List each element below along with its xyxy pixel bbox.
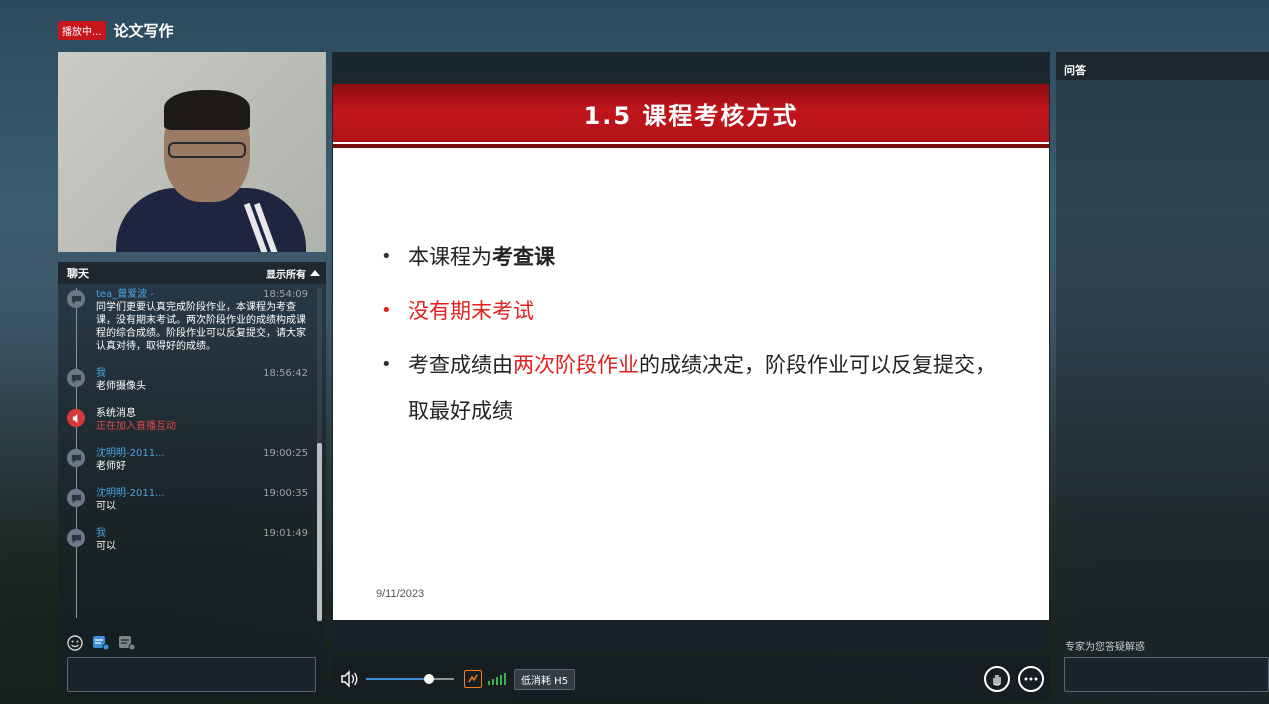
volume-knob[interactable] (424, 674, 435, 684)
chat-time: 18:54:09 (263, 289, 308, 300)
slide-title: 1.5 课程考核方式 (583, 101, 799, 130)
bullet-emphasis: 考查课 (492, 245, 555, 269)
qa-input[interactable] (1064, 657, 1269, 692)
qa-title: 问答 (1056, 52, 1269, 80)
chat-input[interactable] (67, 657, 316, 692)
chat-text: 正在加入直播互动 (96, 421, 176, 432)
bullet-text: 本课程为 (408, 245, 492, 269)
quality-selector[interactable]: 低消耗 H5 (514, 668, 576, 690)
live-status-badge: 播放中... (58, 20, 106, 40)
show-all-toggle[interactable]: 显示所有 (266, 266, 320, 281)
chat-bubble-icon (67, 449, 85, 467)
signal-strength-icon (488, 673, 506, 685)
collapse-up-icon (310, 270, 320, 276)
slide-title-bar: 1.5 课程考核方式 (333, 84, 1049, 142)
slide-bullet: 本课程为考查课 (381, 234, 1001, 280)
chat-header: 聊天 显示所有 (58, 262, 326, 284)
slide-bullet: 没有期末考试 (381, 288, 1001, 334)
player-controls: 低消耗 H5 (332, 657, 1050, 701)
chat-text: 老师好 (96, 461, 126, 472)
question-mode-icon[interactable] (92, 634, 110, 652)
chat-bubble-icon (67, 369, 85, 387)
slide-divider (333, 144, 1049, 148)
teacher-video[interactable] (58, 52, 326, 252)
qa-hint: 专家为您答疑解惑 (1065, 642, 1145, 653)
chat-bubble-icon (67, 489, 85, 507)
chat-sender[interactable]: 沈明明-2011... (96, 487, 165, 500)
bullet-text: 考查成绩由 (408, 353, 513, 377)
chat-scrollbar[interactable] (317, 288, 322, 622)
top-bar: 播放中... 论文写作 (58, 18, 174, 42)
chat-bubble-icon (67, 290, 85, 308)
chat-message: tea_曾爱波 - 18:54:09 同学们更要认真完成阶段作业，本课程为考查课，… (58, 288, 318, 353)
chat-sender[interactable]: 沈明明-2011... (96, 447, 165, 460)
chat-text: 同学们更要认真完成阶段作业，本课程为考查课，没有期末考试。两次阶段作业的成绩构成… (96, 302, 306, 352)
chat-text: 老师摄像头 (96, 381, 146, 392)
chat-time: 19:01:49 (263, 528, 308, 539)
chat-message: 我 19:01:49 可以 (58, 527, 318, 553)
chat-text: 可以 (96, 541, 116, 552)
speaker-icon (67, 409, 85, 427)
chat-time: 19:00:25 (263, 448, 308, 459)
slide-bullet-list: 本课程为考查课 没有期末考试 考查成绩由两次阶段作业的成绩决定，阶段作业可以反复… (381, 234, 1001, 442)
volume-slider[interactable] (366, 672, 454, 686)
video-person-hair (164, 90, 250, 130)
chat-message: 我 18:56:42 老师摄像头 (58, 367, 318, 393)
qa-panel: 问答 (1056, 52, 1269, 702)
chat-message: 沈明明-2011... 19:00:35 可以 (58, 487, 318, 513)
more-options-button[interactable] (1018, 666, 1044, 692)
chat-text: 可以 (96, 501, 116, 512)
chat-message: 沈明明-2011... 19:00:25 老师好 (58, 447, 318, 473)
show-all-label: 显示所有 (266, 269, 306, 281)
slide-date: 9/11/2023 (376, 588, 425, 600)
presentation-slide: 1.5 课程考核方式 本课程为考查课 没有期末考试 考查成绩由两次阶段作业的成绩… (333, 84, 1049, 620)
chat-toolbar (66, 634, 136, 652)
sync-icon[interactable] (464, 670, 482, 688)
chat-sender[interactable]: 我 (96, 527, 106, 540)
chat-time: 18:56:42 (263, 368, 308, 379)
raise-hand-button[interactable] (984, 666, 1010, 692)
course-title: 论文写作 (113, 21, 174, 40)
slide-bullet: 考查成绩由两次阶段作业的成绩决定，阶段作业可以反复提交，取最好成绩 (381, 342, 1001, 434)
chat-bubble-icon (67, 529, 85, 547)
volume-fill (366, 678, 430, 680)
chat-title: 聊天 (67, 267, 89, 280)
private-chat-icon[interactable] (118, 634, 136, 652)
chat-sender: 系统消息 (96, 408, 136, 419)
chat-sender[interactable]: tea_曾爱波 - (96, 288, 154, 301)
volume-icon[interactable] (340, 670, 360, 688)
chat-message-list[interactable]: tea_曾爱波 - 18:54:09 同学们更要认真完成阶段作业，本课程为考查课，… (58, 288, 318, 618)
chat-scrollbar-thumb[interactable] (317, 443, 322, 621)
emoji-icon[interactable] (66, 634, 84, 652)
chat-sender[interactable]: 我 (96, 367, 106, 380)
video-person-glasses (168, 142, 246, 158)
chat-time: 19:00:35 (263, 488, 308, 499)
bullet-highlight: 两次阶段作业 (513, 353, 639, 377)
bullet-text: 没有期末考试 (408, 299, 534, 323)
chat-message: 系统消息 正在加入直播互动 (58, 407, 318, 433)
